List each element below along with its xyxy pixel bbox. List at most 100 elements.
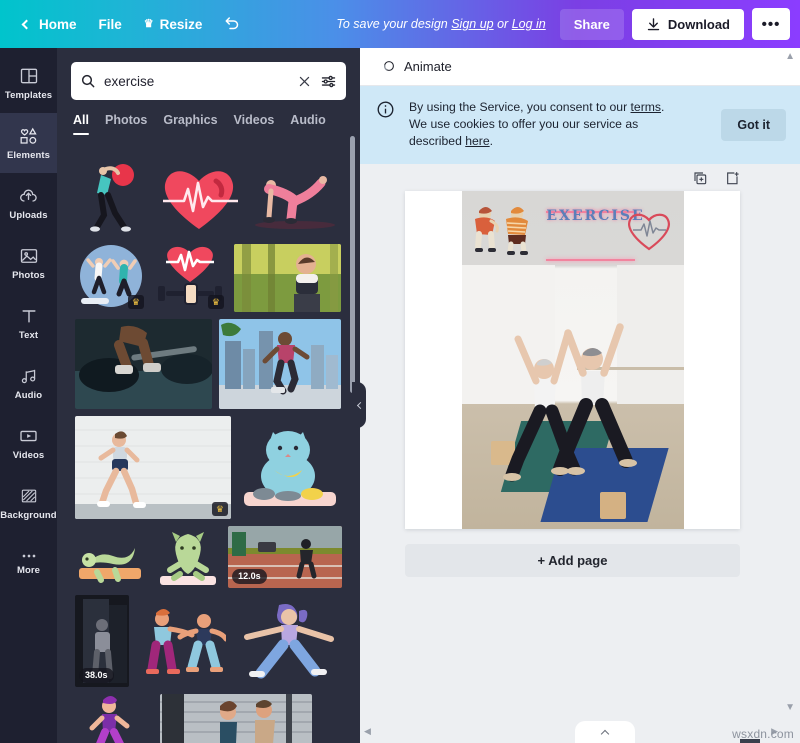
- scroll-up-arrow-icon[interactable]: ▲: [785, 51, 795, 62]
- result-woman-kneeling-leg-raise-graphic[interactable]: [251, 159, 339, 237]
- elements-icon: [18, 126, 40, 146]
- result-heart-ekg-graphic[interactable]: [154, 159, 244, 237]
- sidebar-item-label: Background: [0, 510, 56, 521]
- cartoon-stretching-person-striped[interactable]: [500, 205, 534, 257]
- add-page-button[interactable]: + Add page: [405, 544, 740, 577]
- scroll-down-arrow-icon[interactable]: ▼: [785, 702, 795, 713]
- design-canvas-area: EXERCISE + Add page: [360, 164, 800, 659]
- top-toolbar-right-group: To save your design Sign up or Log in Sh…: [336, 8, 800, 40]
- photos-image-icon: [19, 246, 39, 266]
- here-link[interactable]: here: [465, 134, 489, 148]
- sidebar-item-photos[interactable]: Photos: [0, 233, 57, 293]
- two-people-stretch-art: [136, 595, 226, 687]
- filter-sliders-icon[interactable]: [320, 73, 337, 90]
- result-man-jumping-city-photo[interactable]: [219, 319, 341, 409]
- results-row: 38.0s: [75, 595, 342, 687]
- sidebar-item-videos[interactable]: Videos: [0, 413, 57, 473]
- video-duration-badge: 38.0s: [79, 668, 114, 683]
- text-t-icon: [19, 306, 39, 326]
- dino-yoga-art: [152, 526, 222, 588]
- tab-graphics[interactable]: Graphics: [163, 113, 217, 135]
- sidebar-item-audio[interactable]: Audio: [0, 353, 57, 413]
- cookie-consent-banner: By using the Service, you consent to our…: [360, 86, 800, 164]
- result-woman-with-exercise-ball-graphic[interactable]: [75, 159, 147, 237]
- animate-button[interactable]: Animate: [373, 54, 459, 80]
- sidebar-item-label: Uploads: [9, 210, 47, 221]
- pro-crown-badge: ♛: [208, 295, 224, 309]
- result-dinosaur-yoga-graphic[interactable]: [152, 526, 222, 588]
- neon-bar-bottom: [546, 259, 635, 261]
- design-photo-two-women-yoga[interactable]: EXERCISE: [462, 191, 684, 529]
- terms-link[interactable]: terms: [631, 100, 661, 114]
- duplicate-page-icon[interactable]: [692, 170, 708, 191]
- tab-audio[interactable]: Audio: [290, 113, 325, 135]
- result-woman-running-wall-photo[interactable]: ♛: [75, 416, 231, 519]
- cookie-text-part3: .: [490, 134, 493, 148]
- clear-x-icon[interactable]: [297, 74, 312, 89]
- search-input-wrapper[interactable]: exercise: [71, 62, 346, 100]
- search-input[interactable]: exercise: [104, 74, 289, 89]
- cartoon-stretching-person-orange[interactable]: [469, 205, 503, 255]
- chevron-up-icon: [601, 729, 609, 737]
- heart-ekg-art: [154, 159, 244, 237]
- sidebar-item-text[interactable]: Text: [0, 293, 57, 353]
- home-button-label: Home: [39, 17, 77, 32]
- undo-arrow-icon: [224, 15, 242, 33]
- tab-photos[interactable]: Photos: [105, 113, 147, 135]
- results-row: ♛ ♛: [75, 244, 342, 312]
- result-dumbbell-heart-graphic[interactable]: ♛: [154, 244, 227, 312]
- sidebar-item-more[interactable]: More: [0, 533, 57, 593]
- tab-all[interactable]: All: [73, 113, 89, 135]
- sidebar-item-templates[interactable]: Templates: [0, 53, 57, 113]
- tab-videos[interactable]: Videos: [234, 113, 275, 135]
- more-options-button[interactable]: •••: [752, 8, 790, 40]
- download-button[interactable]: Download: [632, 9, 744, 40]
- sidebar-item-label: More: [17, 565, 40, 576]
- left-sidebar-rail: Templates Elements Uploads Photos: [0, 48, 57, 743]
- undo-button[interactable]: [213, 8, 253, 40]
- heart-ekg-outline-element[interactable]: [623, 208, 675, 252]
- save-prompt-text: To save your design: [336, 17, 451, 31]
- result-woman-running-forest-photo[interactable]: [234, 244, 341, 312]
- search-area: exercise: [57, 48, 360, 100]
- result-couple-dumbbell-gym-photo[interactable]: [160, 694, 312, 743]
- collapse-panel-button[interactable]: [352, 382, 366, 428]
- sidebar-item-elements[interactable]: Elements: [0, 113, 57, 173]
- search-category-tabs: All Photos Graphics Videos Audio: [57, 100, 360, 135]
- cookie-accept-button[interactable]: Got it: [721, 109, 786, 141]
- expand-pages-panel-button[interactable]: [575, 721, 635, 743]
- sidebar-item-uploads[interactable]: Uploads: [0, 173, 57, 233]
- result-man-squat-track-video[interactable]: 12.0s: [228, 526, 342, 588]
- results-row: 12.0s: [75, 526, 342, 588]
- sidebar-item-label: Videos: [13, 450, 45, 461]
- add-page-icon[interactable]: [724, 170, 740, 191]
- sidebar-item-background[interactable]: Background: [0, 473, 57, 533]
- sign-up-link[interactable]: Sign up: [451, 17, 493, 31]
- result-cat-yoga-meditation-graphic[interactable]: [238, 416, 341, 519]
- jogging-purple-art: [75, 694, 153, 743]
- home-button[interactable]: Home: [12, 10, 88, 39]
- editor-area: Animate By using the Service, you consen…: [360, 48, 800, 743]
- result-barbell-deadlift-photo[interactable]: [75, 319, 212, 409]
- result-woman-jogging-purple-graphic[interactable]: [75, 694, 153, 743]
- log-in-link[interactable]: Log in: [512, 17, 546, 31]
- result-dinosaur-stretching-graphic[interactable]: [75, 526, 145, 588]
- scroll-left-arrow-icon[interactable]: ◀: [364, 726, 371, 737]
- result-couple-workout-circle-graphic[interactable]: ♛: [75, 244, 147, 312]
- editor-toolbar: Animate: [360, 48, 800, 86]
- save-prompt: To save your design Sign up or Log in: [336, 17, 559, 31]
- panel-scrollbar-thumb[interactable]: [350, 136, 355, 393]
- result-woman-warrior-pose-graphic[interactable]: [233, 595, 342, 687]
- results-row: ♛: [75, 416, 342, 519]
- design-page[interactable]: EXERCISE: [405, 191, 740, 529]
- or-text: or: [494, 17, 512, 31]
- sidebar-item-label: Text: [19, 330, 38, 341]
- resize-button[interactable]: ♛ Resize: [133, 10, 214, 39]
- top-toolbar-left-group: Home File ♛ Resize: [0, 8, 253, 40]
- result-woman-gym-dark-video[interactable]: 38.0s: [75, 595, 129, 687]
- crown-icon: ♛: [144, 19, 154, 30]
- result-two-people-stretch-graphic[interactable]: [136, 595, 226, 687]
- share-button[interactable]: Share: [560, 9, 624, 40]
- file-menu-button[interactable]: File: [88, 10, 133, 39]
- file-menu-label: File: [99, 17, 122, 32]
